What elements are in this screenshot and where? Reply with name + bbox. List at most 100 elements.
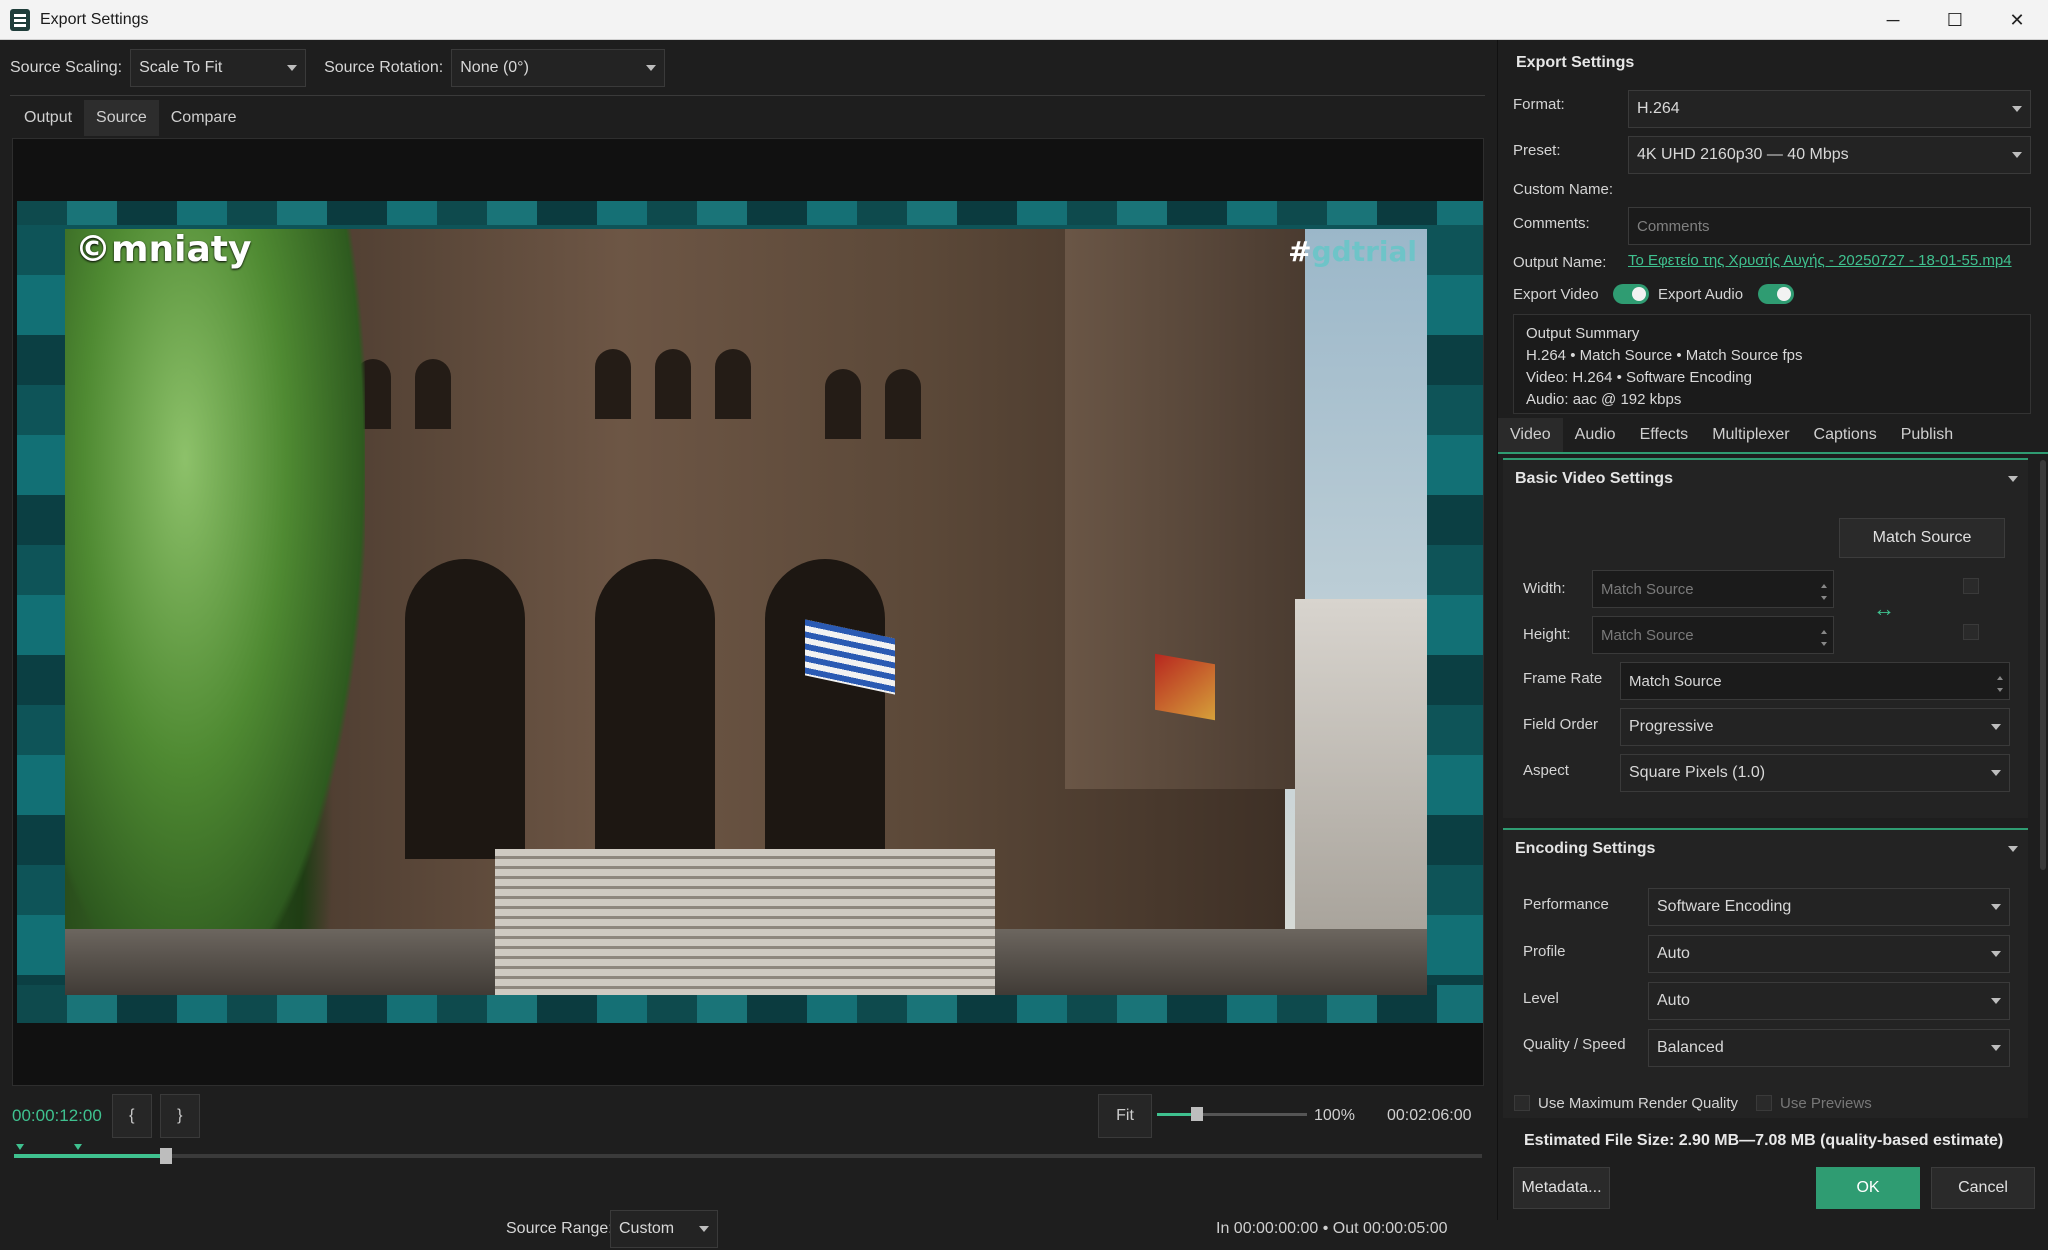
source-range-row: Source Range: Custom In 00:00:00:00 • Ou… [0,1210,1495,1250]
ok-button[interactable]: OK [1816,1167,1920,1209]
minimize-button[interactable]: ─ [1862,0,1924,40]
level-select[interactable]: Auto [1648,982,2010,1020]
chevron-down-icon [2012,152,2022,158]
chevron-down-icon [1991,904,2001,910]
summary-line: Video: H.264 • Software Encoding [1526,369,1752,386]
video-viewer[interactable]: ©mniaty #gdtrial [12,138,1484,1086]
maximize-button[interactable]: ☐ [1924,0,1986,40]
playhead-handle[interactable] [160,1148,172,1164]
aspect-select[interactable]: Square Pixels (1.0) [1620,754,2010,792]
width-input[interactable]: Match Source [1592,570,1834,608]
divider [10,95,1485,96]
app-icon [10,8,30,31]
timeline-scrubber[interactable] [14,1144,1482,1164]
chevron-down-icon [2008,846,2018,852]
format-select[interactable]: H.264 [1628,90,2031,128]
building-window [595,349,631,419]
preset-value: 4K UHD 2160p30 — 40 Mbps [1637,146,1849,163]
chevron-down-icon [1991,951,2001,957]
building-window [715,349,751,419]
window-controls: ─ ☐ ✕ [1862,0,2048,40]
encoding-header[interactable]: Encoding Settings [1503,830,2028,868]
stairs [495,849,995,995]
tab-source[interactable]: Source [84,100,159,136]
panel-title: Export Settings [1516,54,1635,71]
mark-out-button[interactable]: } [159,1094,200,1138]
tab-multiplexer[interactable]: Multiplexer [1700,418,1801,452]
comments-input[interactable]: Comments [1628,207,2031,245]
custom-name-label: Custom Name: [1513,181,1614,198]
link-aspect-icon[interactable]: ↔ [1873,596,1895,622]
use-previews-checkbox[interactable] [1756,1095,1772,1111]
building-window [655,349,691,419]
basic-video-header[interactable]: Basic Video Settings [1503,460,2028,498]
zoom-value: 100% [1314,1107,1355,1124]
export-audio-label: Export Audio [1658,286,1744,303]
source-range-select[interactable]: Custom [610,1210,718,1248]
field-order-label: Field Order [1523,716,1599,733]
chevron-down-icon [1991,770,2001,776]
quality-label: Quality / Speed [1523,1036,1626,1053]
in-marker-icon [16,1144,24,1150]
output-summary: Output Summary H.264 • Match Source • Ma… [1513,314,2031,414]
source-rotation-value: None (0°) [460,59,529,76]
preset-select[interactable]: 4K UHD 2160p30 — 40 Mbps [1628,136,2031,174]
export-settings-panel: Export Settings Format: H.264 Preset: 4K… [1497,40,2048,1220]
chevron-down-icon [2008,476,2018,482]
export-video-toggle[interactable] [1613,284,1649,304]
building-window [825,369,861,439]
tab-video[interactable]: Video [1498,418,1563,452]
source-bar: Source Scaling: Scale To Fit Source Rota… [10,48,666,88]
video-frame: ©mniaty #gdtrial [65,229,1427,995]
zoom-handle[interactable] [1191,1107,1203,1121]
export-audio-toggle[interactable] [1758,284,1794,304]
close-button[interactable]: ✕ [1986,0,2048,40]
source-scaling-label: Source Scaling: [10,59,123,76]
source-rotation-select[interactable]: None (0°) [451,49,666,87]
tab-effects[interactable]: Effects [1628,418,1701,452]
metadata-button[interactable]: Metadata... [1513,1167,1610,1209]
profile-label: Profile [1523,943,1566,960]
aspect-value: Square Pixels (1.0) [1629,764,1766,781]
transport-bar: 00:00:12:00 { } Fit 100% 00:02:06:00 [12,1092,1484,1140]
tab-publish[interactable]: Publish [1889,418,1965,452]
tree [65,229,365,995]
height-checkbox[interactable] [1963,624,1979,640]
output-name-link[interactable]: Το Εφετείο της Χρυσής Αυγής - 20250727 -… [1628,252,2012,269]
building-window [415,359,451,429]
zoom-slider[interactable] [1157,1107,1307,1121]
format-value: H.264 [1637,100,1680,117]
fit-button[interactable]: Fit [1098,1094,1152,1138]
tab-audio[interactable]: Audio [1563,418,1628,452]
frame-rate-input[interactable]: Match Source [1620,662,2010,700]
match-source-button[interactable]: Match Source [1839,518,2005,558]
cancel-button[interactable]: Cancel [1931,1167,2035,1209]
estimated-file-size: Estimated File Size: 2.90 MB—7.08 MB (qu… [1524,1132,2004,1149]
max-render-checkbox[interactable] [1514,1095,1530,1111]
spinner-icon[interactable] [1821,626,1827,646]
frame-rate-label: Frame Rate [1523,670,1603,687]
use-previews-label: Use Previews [1780,1095,1872,1112]
tab-compare[interactable]: Compare [159,100,249,136]
field-order-select[interactable]: Progressive [1620,708,2010,746]
panel-scrollbar[interactable] [2040,460,2046,870]
height-input[interactable]: Match Source [1592,616,1834,654]
duration: 00:02:06:00 [1387,1107,1472,1124]
width-checkbox[interactable] [1963,578,1979,594]
quality-select[interactable]: Balanced [1648,1029,2010,1067]
summary-title: Output Summary [1526,325,1640,342]
spinner-icon[interactable] [1821,580,1827,600]
performance-value: Software Encoding [1657,898,1792,915]
current-timecode[interactable]: 00:00:12:00 [12,1106,102,1126]
title-bar: Export Settings ─ ☐ ✕ [0,0,2048,40]
performance-select[interactable]: Software Encoding [1648,888,2010,926]
basic-video-section: Basic Video Settings Match Source Width:… [1503,458,2028,818]
profile-select[interactable]: Auto [1648,935,2010,973]
source-scaling-select[interactable]: Scale To Fit [130,49,307,87]
in-out-timecodes: In 00:00:00:00 • Out 00:00:05:00 [1216,1220,1448,1237]
mark-in-button[interactable]: { [111,1094,152,1138]
spinner-icon[interactable] [1997,672,2003,692]
tab-captions[interactable]: Captions [1802,418,1889,452]
tab-output[interactable]: Output [12,100,84,136]
format-label: Format: [1513,96,1565,113]
